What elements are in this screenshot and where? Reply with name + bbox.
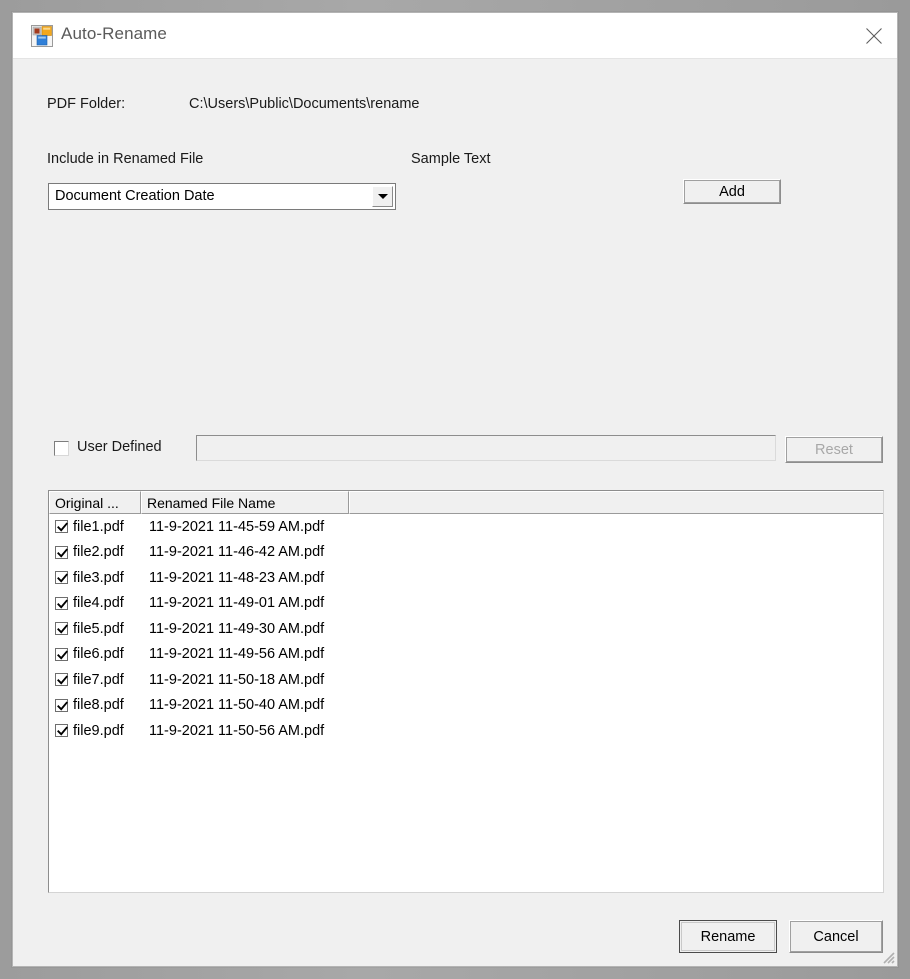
table-row[interactable]: file7.pdf 11-9-2021 11-50-18 AM.pdf (49, 667, 883, 693)
chevron-down-glyph (377, 194, 388, 199)
include-field-combobox[interactable]: Document Creation Date (48, 183, 396, 210)
table-row[interactable]: file6.pdf 11-9-2021 11-49-56 AM.pdf (49, 642, 883, 668)
row-renamed-name: 11-9-2021 11-49-56 AM.pdf (149, 646, 325, 663)
row-renamed-name: 11-9-2021 11-45-59 AM.pdf (149, 518, 325, 535)
row-renamed-name: 11-9-2021 11-49-30 AM.pdf (149, 620, 325, 637)
user-defined-checkbox[interactable] (54, 441, 69, 456)
row-renamed-name: 11-9-2021 11-50-56 AM.pdf (149, 722, 325, 739)
add-button[interactable]: Add (683, 179, 781, 204)
row-original-name: file5.pdf (73, 620, 124, 637)
chevron-down-icon[interactable] (372, 186, 393, 207)
row-renamed-name: 11-9-2021 11-50-40 AM.pdf (149, 697, 325, 714)
column-header-original[interactable]: Original ... (49, 491, 141, 514)
reset-button[interactable]: Reset (785, 436, 883, 463)
rename-button[interactable]: Rename (679, 920, 777, 953)
row-checkbox[interactable] (55, 596, 68, 610)
row-renamed-name: 11-9-2021 11-50-18 AM.pdf (149, 671, 325, 688)
row-checkbox[interactable] (55, 520, 68, 534)
row-checkbox[interactable] (55, 698, 68, 712)
auto-rename-dialog: Auto-Rename PDF Folder: C:\Users\Public\… (12, 12, 898, 967)
table-row[interactable]: file5.pdf 11-9-2021 11-49-30 AM.pdf (49, 616, 883, 642)
row-original-name: file8.pdf (73, 697, 124, 714)
table-row[interactable]: file9.pdf 11-9-2021 11-50-56 AM.pdf (49, 718, 883, 744)
row-original-name: file4.pdf (73, 595, 124, 612)
table-row[interactable]: file3.pdf 11-9-2021 11-48-23 AM.pdf (49, 565, 883, 591)
row-checkbox[interactable] (55, 571, 68, 585)
include-in-renamed-file-label: Include in Renamed File (47, 151, 204, 167)
cancel-button[interactable]: Cancel (789, 920, 883, 953)
row-renamed-name: 11-9-2021 11-48-23 AM.pdf (149, 569, 325, 586)
title-bar: Auto-Rename (13, 13, 897, 59)
listview-header: Original ... Renamed File Name (49, 491, 883, 514)
window-title: Auto-Rename (61, 24, 167, 43)
combobox-selected-value: Document Creation Date (55, 188, 215, 204)
resize-grip-icon[interactable] (879, 948, 895, 964)
renamed-files-listview[interactable]: Original ... Renamed File Name file1.pdf… (48, 490, 884, 893)
dialog-client-area: PDF Folder: C:\Users\Public\Documents\re… (13, 59, 897, 966)
row-renamed-name: 11-9-2021 11-49-01 AM.pdf (149, 595, 325, 612)
row-checkbox[interactable] (55, 545, 68, 559)
pdf-folder-path: C:\Users\Public\Documents\rename (189, 96, 420, 112)
row-original-name: file6.pdf (73, 646, 124, 663)
row-checkbox[interactable] (55, 673, 68, 687)
row-checkbox[interactable] (55, 647, 68, 661)
table-row[interactable]: file4.pdf 11-9-2021 11-49-01 AM.pdf (49, 591, 883, 617)
row-original-name: file2.pdf (73, 544, 124, 561)
listview-body: file1.pdf 11-9-2021 11-45-59 AM.pdf file2.… (49, 514, 883, 744)
row-checkbox[interactable] (55, 622, 68, 636)
row-original-name: file1.pdf (73, 518, 124, 535)
row-original-name: file7.pdf (73, 671, 124, 688)
row-original-name: file3.pdf (73, 569, 124, 586)
table-row[interactable]: file2.pdf 11-9-2021 11-46-42 AM.pdf (49, 540, 883, 566)
close-icon[interactable] (851, 13, 897, 58)
row-renamed-name: 11-9-2021 11-46-42 AM.pdf (149, 544, 325, 561)
row-checkbox[interactable] (55, 724, 68, 738)
table-row[interactable]: file1.pdf 11-9-2021 11-45-59 AM.pdf (49, 514, 883, 540)
desktop-backdrop: Auto-Rename PDF Folder: C:\Users\Public\… (0, 0, 910, 979)
user-defined-label: User Defined (77, 439, 162, 455)
user-defined-input[interactable] (196, 435, 776, 461)
sample-text-label: Sample Text (411, 151, 491, 167)
column-header-renamed-file-name[interactable]: Renamed File Name (141, 491, 349, 514)
table-row[interactable]: file8.pdf 11-9-2021 11-50-40 AM.pdf (49, 693, 883, 719)
winforms-app-icon (31, 25, 53, 47)
pdf-folder-label: PDF Folder: (47, 96, 126, 112)
row-original-name: file9.pdf (73, 722, 124, 739)
column-header-empty[interactable] (349, 491, 883, 514)
